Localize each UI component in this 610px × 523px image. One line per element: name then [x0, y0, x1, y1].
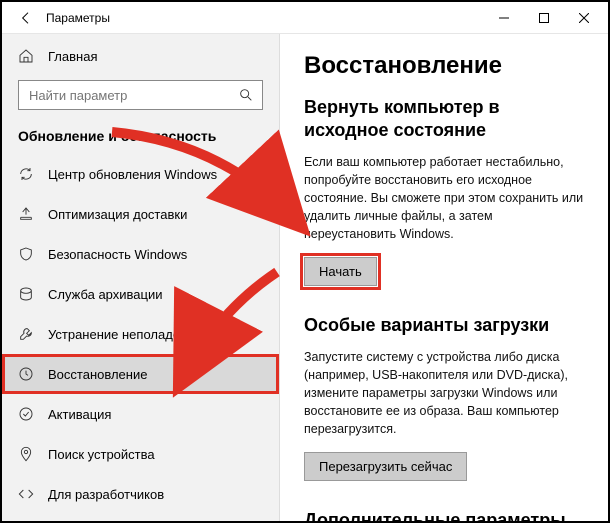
- search-icon: [238, 87, 254, 103]
- sidebar-item-troubleshoot[interactable]: Устранение неполадок: [2, 314, 279, 354]
- sidebar-item-label: Центр обновления Windows: [48, 167, 217, 182]
- sidebar: Главная Обновление и безопасность Центр …: [2, 34, 280, 521]
- sidebar-home-label: Главная: [48, 49, 97, 64]
- sidebar-item-label: Оптимизация доставки: [48, 207, 187, 222]
- wrench-icon: [18, 326, 34, 342]
- section-advanced-startup: Особые варианты загрузки Запустите систе…: [304, 314, 584, 481]
- sidebar-item-label: Для разработчиков: [48, 487, 164, 502]
- shield-icon: [18, 246, 34, 262]
- sidebar-item-home[interactable]: Главная: [2, 42, 279, 70]
- sidebar-section-header: Обновление и безопасность: [2, 122, 279, 154]
- sidebar-item-developers[interactable]: Для разработчиков: [2, 474, 279, 514]
- sidebar-item-delivery[interactable]: Оптимизация доставки: [2, 194, 279, 234]
- sidebar-item-label: Восстановление: [48, 367, 147, 382]
- reset-button[interactable]: Начать: [304, 257, 377, 286]
- reset-body: Если ваш компьютер работает нестабильно,…: [304, 153, 584, 244]
- advanced-heading: Особые варианты загрузки: [304, 314, 584, 337]
- sidebar-item-security[interactable]: Безопасность Windows: [2, 234, 279, 274]
- sidebar-item-label: Поиск устройства: [48, 447, 155, 462]
- sync-icon: [18, 166, 34, 182]
- code-icon: [18, 486, 34, 502]
- search-input-wrapper[interactable]: [18, 80, 263, 110]
- sidebar-item-recovery[interactable]: Восстановление: [2, 354, 279, 394]
- page-title: Восстановление: [304, 52, 584, 80]
- close-button[interactable]: [564, 2, 604, 34]
- sidebar-item-windows-update[interactable]: Центр обновления Windows: [2, 154, 279, 194]
- maximize-button[interactable]: [524, 2, 564, 34]
- sidebar-item-find-device[interactable]: Поиск устройства: [2, 434, 279, 474]
- sidebar-item-backup[interactable]: Служба архивации: [2, 274, 279, 314]
- sidebar-item-activation[interactable]: Активация: [2, 394, 279, 434]
- activation-icon: [18, 406, 34, 422]
- sidebar-item-label: Устранение неполадок: [48, 327, 186, 342]
- location-icon: [18, 446, 34, 462]
- section-reset: Вернуть компьютер в исходное состояние Е…: [304, 96, 584, 286]
- minimize-button[interactable]: [484, 2, 524, 34]
- back-button[interactable]: [14, 10, 38, 26]
- reset-heading: Вернуть компьютер в исходное состояние: [304, 96, 584, 143]
- sidebar-item-label: Активация: [48, 407, 111, 422]
- more-heading: Дополнительные параметры восстановления: [304, 509, 584, 521]
- restart-now-button[interactable]: Перезагрузить сейчас: [304, 452, 467, 481]
- content-pane: Восстановление Вернуть компьютер в исход…: [280, 34, 608, 521]
- home-icon: [18, 48, 34, 64]
- sidebar-item-label: Служба архивации: [48, 287, 163, 302]
- search-input[interactable]: [27, 87, 238, 104]
- section-more-options: Дополнительные параметры восстановления: [304, 509, 584, 521]
- delivery-icon: [18, 206, 34, 222]
- titlebar: Параметры: [2, 2, 608, 34]
- recovery-icon: [18, 366, 34, 382]
- sidebar-item-label: Безопасность Windows: [48, 247, 187, 262]
- backup-icon: [18, 286, 34, 302]
- advanced-body: Запустите систему с устройства либо диск…: [304, 348, 584, 439]
- window-title: Параметры: [38, 11, 484, 25]
